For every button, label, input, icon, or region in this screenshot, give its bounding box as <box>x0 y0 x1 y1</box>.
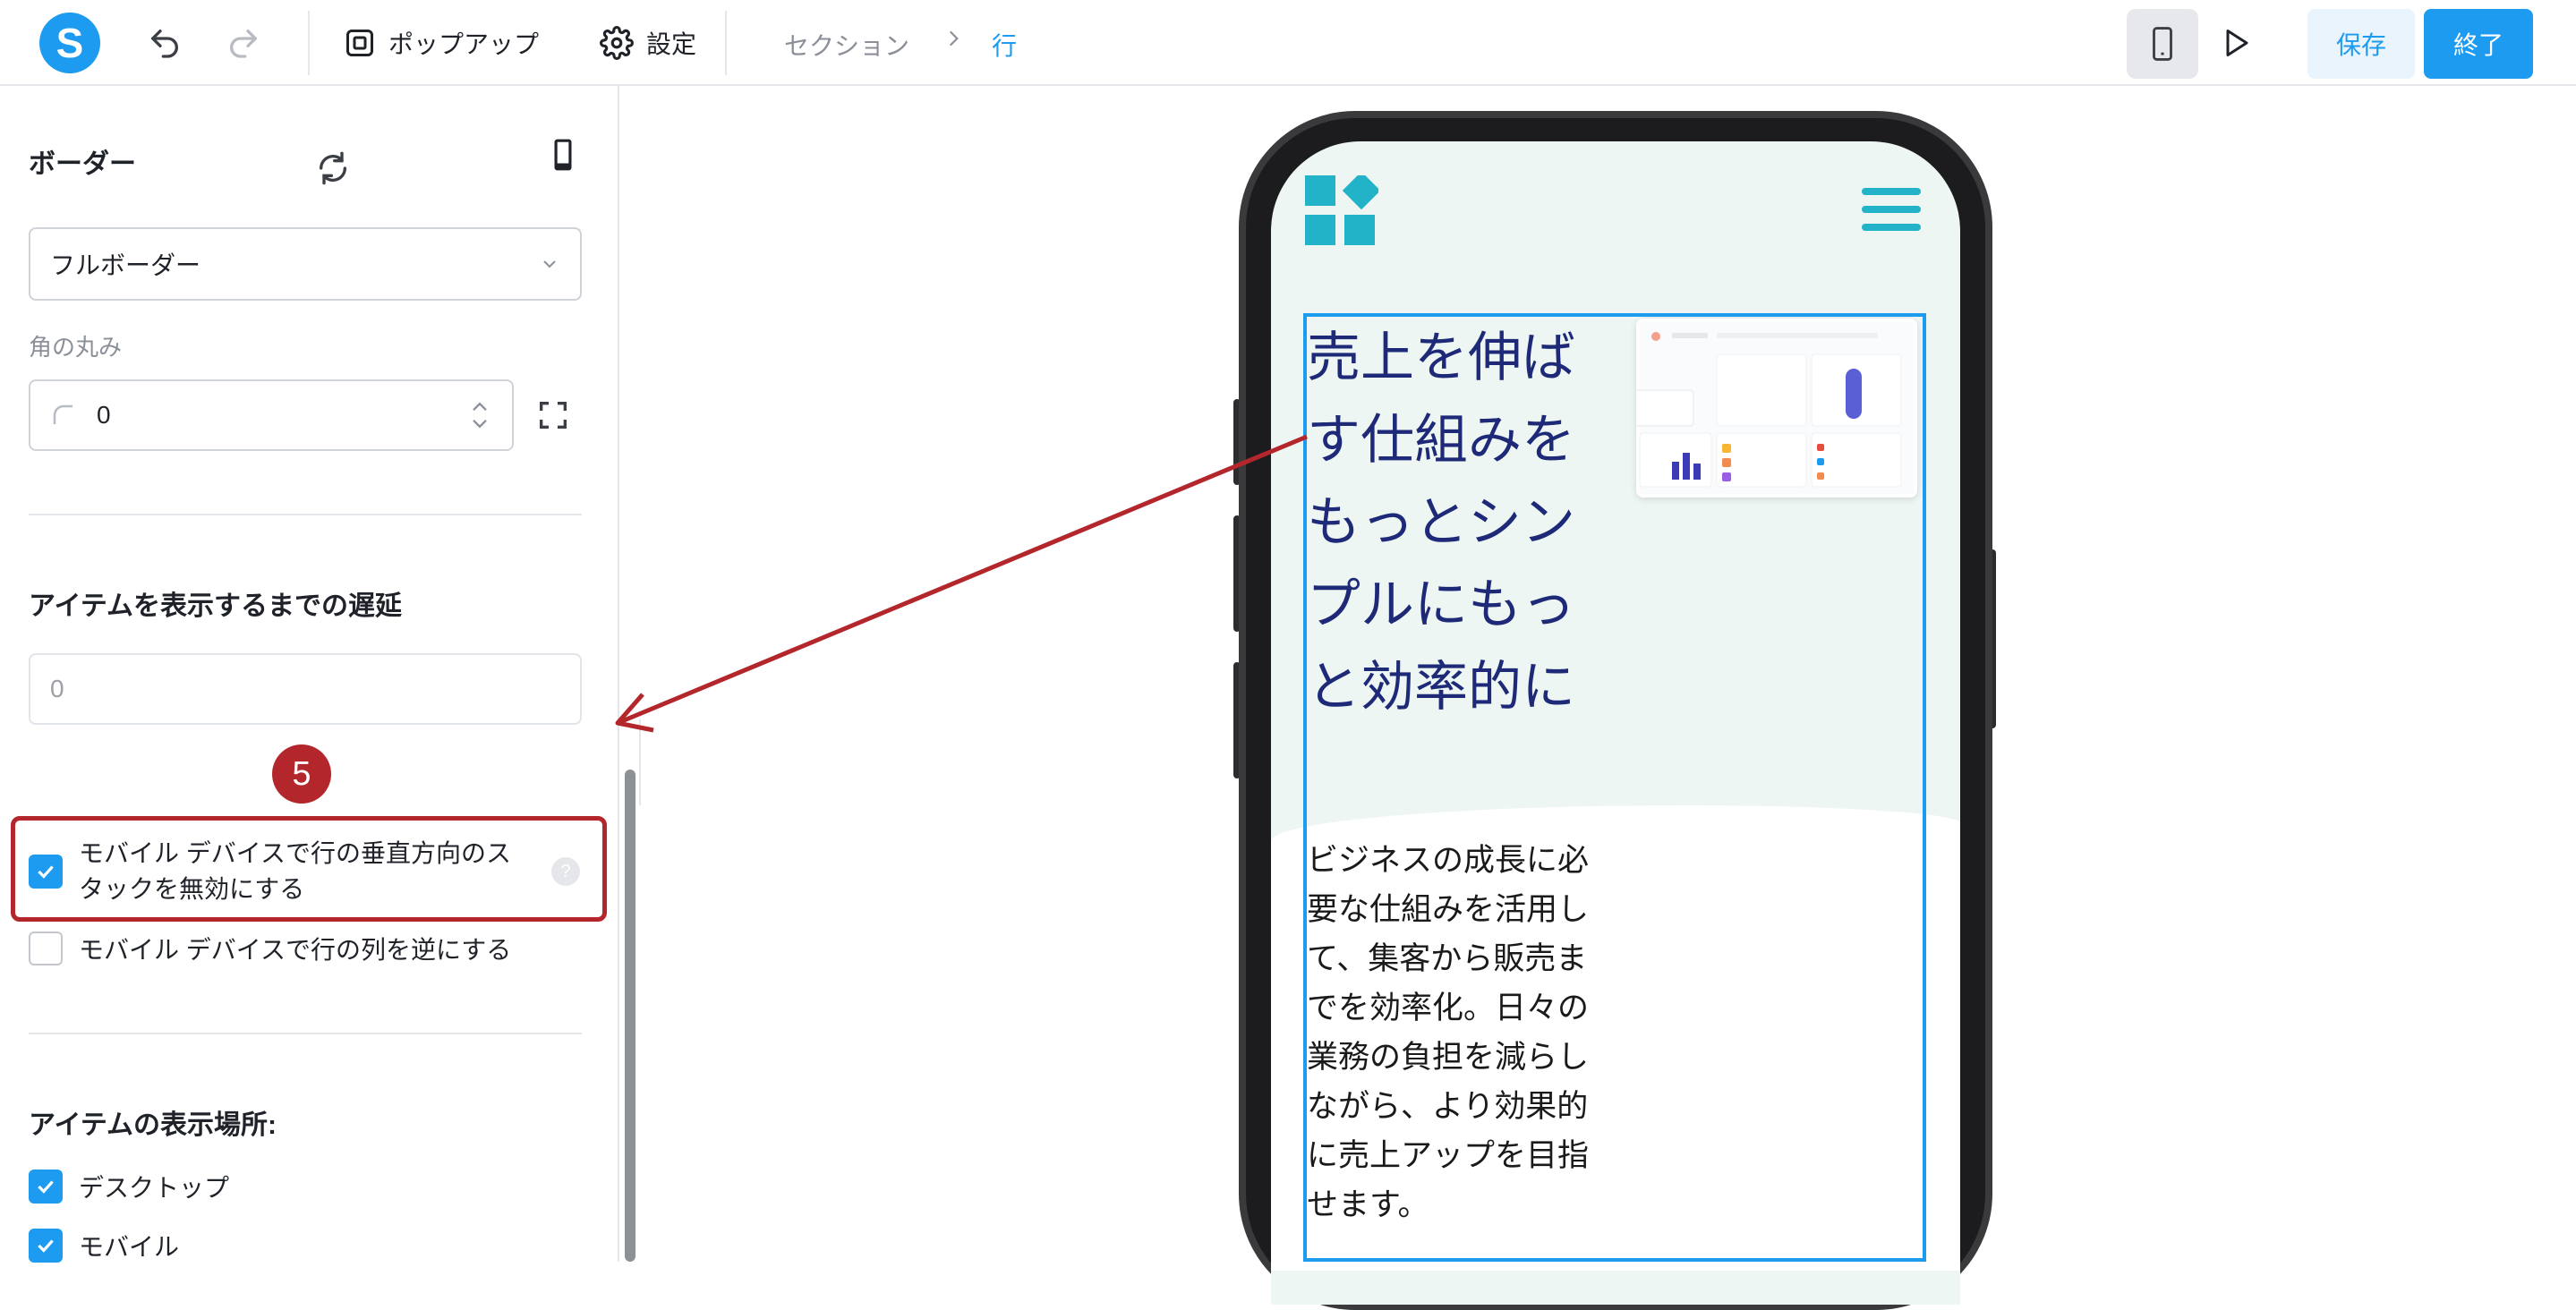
annotation-arrow <box>615 434 1308 733</box>
